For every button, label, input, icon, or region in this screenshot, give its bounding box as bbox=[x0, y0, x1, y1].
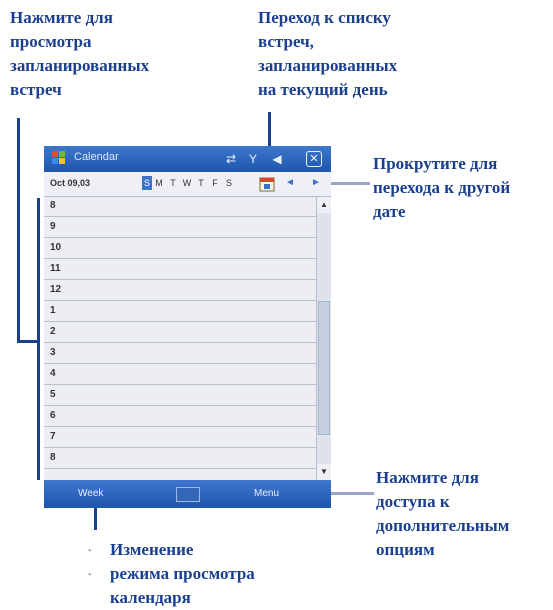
start-menu-icon[interactable] bbox=[50, 149, 68, 167]
current-date[interactable]: Oct 09,03 bbox=[50, 178, 90, 188]
annotation-line: дополнительным bbox=[376, 516, 510, 535]
hour-label: 8 bbox=[50, 452, 56, 463]
hour-label: 3 bbox=[50, 347, 56, 358]
annotation-line: встреч, bbox=[258, 32, 314, 51]
callout-line bbox=[37, 198, 40, 480]
scroll-down-icon[interactable]: ▼ bbox=[317, 464, 331, 480]
day-selector[interactable]: F bbox=[210, 178, 220, 188]
day-selector[interactable]: S bbox=[142, 176, 152, 190]
hour-row[interactable]: 3 bbox=[44, 344, 316, 364]
callout-line bbox=[94, 508, 97, 530]
annotation-change-view: Изменение режима просмотра календаря bbox=[110, 538, 255, 610]
menu-bar: Week Menu bbox=[44, 480, 331, 508]
annotation-line: перехода к другой bbox=[373, 178, 511, 197]
hour-row[interactable]: 4 bbox=[44, 365, 316, 385]
annotation-line: режима просмотра bbox=[110, 564, 255, 583]
next-week-icon[interactable]: ► bbox=[310, 177, 322, 191]
hour-row[interactable]: 10 bbox=[44, 239, 316, 259]
annotation-view-appointments: Нажмите для просмотра запланированных вс… bbox=[10, 6, 149, 102]
hour-row[interactable]: 8 bbox=[44, 449, 316, 469]
annotation-line: просмотра bbox=[10, 32, 92, 51]
hour-row[interactable]: 2 bbox=[44, 323, 316, 343]
title-bar: Calendar ⇄ Y ◀ ✕ bbox=[44, 146, 331, 172]
vertical-scrollbar[interactable]: ▲ ▼ bbox=[316, 197, 331, 480]
volume-icon[interactable]: ◀ bbox=[268, 150, 286, 168]
pocket-pc-screen: Calendar ⇄ Y ◀ ✕ Oct 09,03 S M T W T F S… bbox=[44, 146, 331, 508]
bullet-icon: • bbox=[88, 546, 92, 557]
annotation-line: Нажмите для bbox=[10, 8, 113, 27]
day-schedule[interactable]: 8 9 10 11 12 1 2 3 4 5 6 7 8 bbox=[44, 197, 316, 480]
day-selector[interactable]: T bbox=[168, 178, 178, 188]
annotation-menu-options: Нажмите для доступа к дополнительным опц… bbox=[376, 466, 509, 562]
annotation-line: встреч bbox=[10, 80, 62, 99]
annotation-line: запланированных bbox=[258, 56, 398, 75]
annotation-scroll-date: Прокрутите для перехода к другой дате bbox=[373, 152, 510, 224]
annotation-today-list: Переход к списку встреч, запланированных… bbox=[258, 6, 397, 102]
callout-line bbox=[17, 340, 39, 343]
hour-row[interactable]: 12 bbox=[44, 281, 316, 301]
annotation-line: доступа к bbox=[376, 492, 450, 511]
hour-label: 7 bbox=[50, 431, 56, 442]
day-selector[interactable]: T bbox=[196, 178, 206, 188]
hour-row[interactable]: 6 bbox=[44, 407, 316, 427]
hour-label: 10 bbox=[50, 242, 62, 253]
hour-label: 5 bbox=[50, 389, 56, 400]
scroll-up-icon[interactable]: ▲ bbox=[317, 197, 331, 213]
hour-row[interactable]: 11 bbox=[44, 260, 316, 280]
hour-row[interactable]: 7 bbox=[44, 428, 316, 448]
annotation-line: Нажмите для bbox=[376, 468, 479, 487]
annotation-line: дате bbox=[373, 202, 406, 221]
hour-label: 11 bbox=[50, 263, 61, 274]
bullet-icon: • bbox=[88, 570, 92, 581]
close-icon[interactable]: ✕ bbox=[306, 151, 322, 167]
hour-row[interactable]: 9 bbox=[44, 218, 316, 238]
day-selector[interactable]: M bbox=[154, 178, 164, 188]
previous-week-icon[interactable]: ◄ bbox=[284, 177, 296, 191]
annotation-line: Изменение bbox=[110, 540, 194, 559]
annotation-line: Прокрутите для bbox=[373, 154, 498, 173]
annotation-line: опциям bbox=[376, 540, 435, 559]
hour-label: 2 bbox=[50, 326, 56, 337]
signal-icon[interactable]: Y bbox=[244, 150, 262, 168]
day-selector[interactable]: W bbox=[182, 178, 192, 188]
keyboard-icon[interactable] bbox=[176, 487, 200, 502]
hour-row[interactable]: 8 bbox=[44, 197, 316, 217]
week-softkey[interactable]: Week bbox=[78, 488, 103, 499]
hour-label: 9 bbox=[50, 221, 56, 232]
day-selector[interactable]: S bbox=[224, 178, 234, 188]
hour-row[interactable]: 1 bbox=[44, 302, 316, 322]
annotation-line: запланированных bbox=[10, 56, 150, 75]
connectivity-icon[interactable]: ⇄ bbox=[222, 150, 240, 168]
hour-label: 4 bbox=[50, 368, 56, 379]
annotation-line: Переход к списку bbox=[258, 8, 391, 27]
hour-label: 6 bbox=[50, 410, 56, 421]
annotation-line: на текущий день bbox=[258, 80, 388, 99]
menu-softkey[interactable]: Menu bbox=[254, 488, 279, 499]
callout-line bbox=[17, 118, 20, 342]
date-bar: Oct 09,03 S M T W T F S ◄ ► bbox=[44, 172, 331, 197]
app-title: Calendar bbox=[74, 151, 119, 163]
hour-label: 8 bbox=[50, 200, 56, 211]
hour-row[interactable]: 5 bbox=[44, 386, 316, 406]
scroll-thumb[interactable] bbox=[318, 301, 330, 435]
annotation-line: календаря bbox=[110, 588, 191, 607]
hour-label: 1 bbox=[50, 305, 56, 316]
today-icon[interactable] bbox=[258, 175, 276, 193]
hour-label: 12 bbox=[50, 284, 62, 295]
